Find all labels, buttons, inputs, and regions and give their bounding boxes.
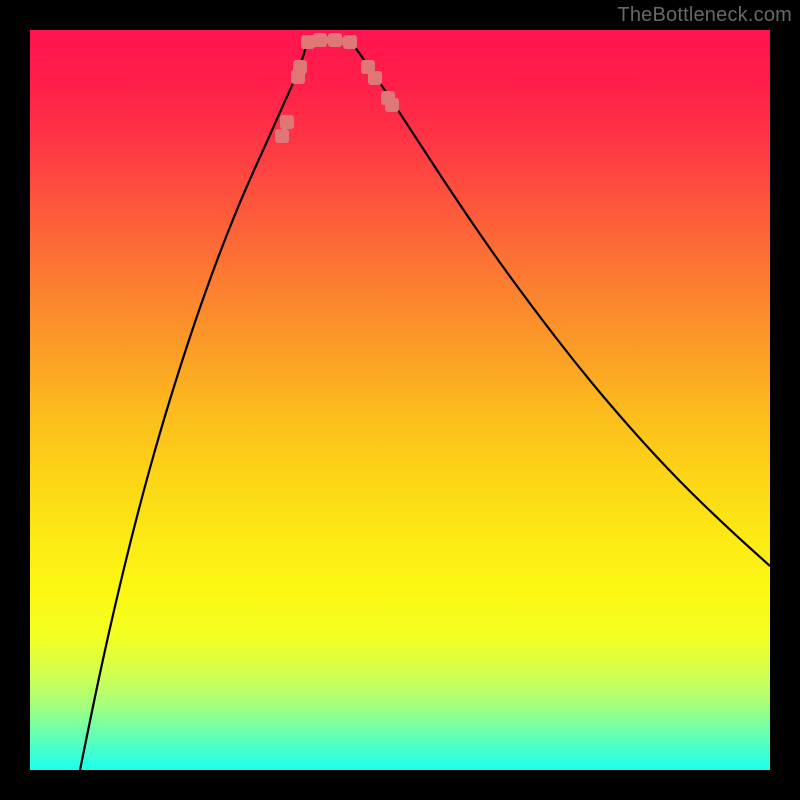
- chart-marker-dot: [313, 33, 327, 47]
- chart-marker-dot: [368, 71, 382, 85]
- curve-right-branch: [352, 43, 770, 566]
- chart-marker-dot: [385, 98, 399, 112]
- chart-marker-dot: [328, 33, 342, 47]
- chart-curves: [30, 30, 770, 770]
- chart-marker-dot: [343, 35, 357, 49]
- chart-marker-dot: [275, 129, 289, 143]
- watermark-text: TheBottleneck.com: [617, 4, 792, 27]
- chart-marker-dot: [280, 115, 294, 129]
- curve-left-branch: [80, 43, 307, 770]
- chart-marker-dot: [293, 60, 307, 74]
